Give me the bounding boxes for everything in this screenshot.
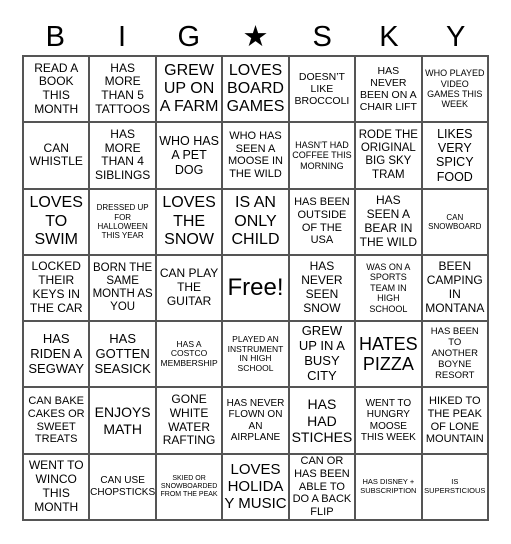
bingo-cell[interactable]: LOCKED THEIR KEYS IN THE CAR: [23, 254, 90, 322]
bingo-cell[interactable]: WHO PLAYED VIDEO GAMES THIS WEEK: [421, 56, 488, 123]
bingo-cell[interactable]: HAS BEEN TO ANOTHER BOYNE RESORT: [421, 321, 488, 388]
bingo-cell[interactable]: WHO HAS A PET DOG: [155, 122, 223, 189]
bingo-cell[interactable]: HAS MORE THAN 4 SIBLINGS: [89, 122, 156, 189]
bingo-cell[interactable]: HAS A COSTCO MEMBERSHIP: [155, 321, 223, 388]
bingo-cell[interactable]: HAS RIDEN A SEGWAY: [23, 321, 90, 388]
bingo-cell[interactable]: ENJOYS MATH: [89, 387, 156, 454]
bingo-cell[interactable]: LIKES VERY SPICY FOOD: [421, 122, 488, 189]
free-space-cell[interactable]: Free!: [222, 254, 289, 322]
bingo-cell[interactable]: CAN BAKE CAKES OR SWEET TREATS: [23, 387, 90, 454]
bingo-cell[interactable]: HAS MORE THAN 5 TATTOOS: [89, 56, 156, 123]
bingo-cell[interactable]: READ A BOOK THIS MONTH: [23, 56, 90, 123]
bingo-cell[interactable]: BEEN CAMPING IN MONTANA: [421, 254, 488, 322]
star-icon: ★: [242, 21, 269, 53]
bingo-cell[interactable]: HAS SEEN A BEAR IN THE WILD: [355, 188, 422, 255]
bingo-cell[interactable]: HAS GOTTEN SEASICK: [89, 321, 156, 388]
bingo-cell[interactable]: HAS NEVER BEEN ON A CHAIR LIFT: [355, 56, 422, 123]
bingo-cell[interactable]: WAS ON A SPORTS TEAM IN HIGH SCHOOL: [355, 254, 422, 322]
bingo-cell[interactable]: RODE THE ORIGINAL BIG SKY TRAM: [355, 122, 422, 189]
header-letter: G: [177, 21, 201, 53]
bingo-cell[interactable]: LOVES BOARD GAMES: [222, 56, 289, 123]
bingo-cell[interactable]: CAN WHISTLE: [23, 122, 90, 189]
bingo-cell[interactable]: DRESSED UP FOR HALLOWEEN THIS YEAR: [89, 188, 156, 255]
bingo-cell[interactable]: HASN'T HAD COFFEE THIS MORNING: [288, 122, 356, 189]
bingo-cell[interactable]: HAS DISNEY + SUBSCRIPTION: [355, 453, 422, 520]
bingo-cell[interactable]: GREW UP IN A BUSY CITY: [288, 321, 356, 388]
bingo-cell[interactable]: CAN PLAY THE GUITAR: [155, 254, 223, 322]
bingo-grid: READ A BOOK THIS MONTH HAS MORE THAN 5 TA…: [22, 55, 489, 521]
bingo-cell[interactable]: LOVES TO SWIM: [23, 188, 90, 255]
header-letter: K: [379, 21, 399, 53]
bingo-cell[interactable]: WENT TO WINCO THIS MONTH: [23, 453, 90, 520]
bingo-cell[interactable]: HAS NEVER SEEN SNOW: [288, 254, 356, 322]
bingo-cell[interactable]: IS AN ONLY CHILD: [222, 188, 289, 255]
bingo-cell[interactable]: WENT TO HUNGRY MOOSE THIS WEEK: [355, 387, 422, 454]
bingo-cell[interactable]: CAN USE CHOPSTICKS: [89, 453, 156, 520]
bingo-cell[interactable]: GONE WHITE WATER RAFTING: [155, 387, 223, 454]
bingo-cell[interactable]: HAS NEVER FLOWN ON AN AIRPLANE: [222, 387, 289, 454]
bingo-cell[interactable]: BORN THE SAME MONTH AS YOU: [89, 254, 156, 322]
header-letter: S: [312, 21, 332, 53]
header-letter: I: [118, 21, 127, 53]
bingo-cell[interactable]: HAS BEEN OUTSIDE OF THE USA: [288, 188, 356, 255]
bingo-cell[interactable]: DOESN’T LIKE BROCCOLI: [288, 56, 356, 123]
bingo-cell[interactable]: CAN SNOWBOARD: [421, 188, 488, 255]
bingo-cell[interactable]: LOVES HOLIDAY MUSIC: [222, 453, 289, 520]
bingo-cell[interactable]: HATES PIZZA: [355, 321, 422, 388]
bingo-cell[interactable]: GREW UP ON A FARM: [155, 56, 223, 123]
bingo-cell[interactable]: HAS HAD STICHES: [288, 387, 356, 454]
header-letter: B: [45, 21, 66, 53]
bingo-cell[interactable]: SKIED OR SNOWBOARDED FROM THE PEAK: [155, 453, 223, 520]
bingo-cell[interactable]: LOVES THE SNOW: [155, 188, 223, 255]
bingo-header: B I G ★ S K Y: [22, 20, 489, 54]
bingo-cell[interactable]: HIKED TO THE PEAK OF LONE MOUNTAIN: [421, 387, 488, 454]
header-letter: Y: [445, 21, 466, 53]
bingo-cell[interactable]: IS SUPERSTICIOUS: [421, 453, 488, 520]
bingo-cell[interactable]: CAN OR HAS BEEN ABLE TO DO A BACK FLIP: [288, 453, 356, 520]
bingo-cell[interactable]: WHO HAS SEEN A MOOSE IN THE WILD: [222, 122, 289, 189]
bingo-cell[interactable]: PLAYED AN INSTRUMENT IN HIGH SCHOOL: [222, 321, 289, 388]
